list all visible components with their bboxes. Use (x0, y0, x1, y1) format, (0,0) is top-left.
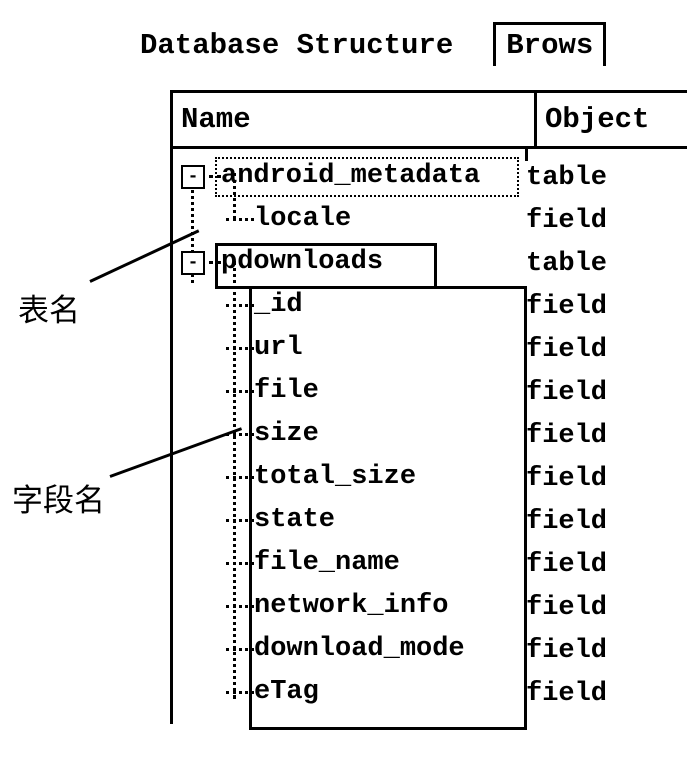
node-label: file_name (254, 542, 400, 585)
tree-node-table[interactable]: - pdownloads (181, 241, 526, 284)
object-type: field (526, 501, 685, 544)
tree-connector (226, 562, 254, 565)
name-column: - android_metadata locale - pdownloads _… (181, 155, 526, 716)
tab-browse[interactable]: Brows (493, 22, 606, 66)
object-type: table (526, 157, 685, 200)
node-label: state (254, 499, 335, 542)
tree-node-field[interactable]: download_mode (181, 628, 526, 671)
object-type: field (526, 286, 685, 329)
tree-connector (226, 691, 254, 694)
tree-connector (226, 648, 254, 651)
tree-node-field[interactable]: _id (181, 284, 526, 327)
tree-connector (226, 347, 254, 350)
tree-connector (226, 519, 254, 522)
tree-node-table[interactable]: - android_metadata (181, 155, 526, 198)
tree-body: - android_metadata locale - pdownloads _… (173, 149, 687, 724)
object-type: field (526, 415, 685, 458)
tab-label: Database Structure (140, 29, 453, 62)
header-object[interactable]: Object (537, 93, 687, 146)
node-label: _id (254, 284, 303, 327)
object-type: field (526, 544, 685, 587)
object-type: field (526, 458, 685, 501)
tree-node-field[interactable]: file_name (181, 542, 526, 585)
tabs-container: Database Structure Brows (130, 22, 606, 66)
tree-connector (226, 476, 254, 479)
tree-node-field[interactable]: eTag (181, 671, 526, 714)
object-type: field (526, 630, 685, 673)
tree-connector (226, 304, 254, 307)
node-label: network_info (254, 585, 448, 628)
node-label: file (254, 370, 319, 413)
annotation-table-name: 表名 (18, 285, 80, 330)
object-column: table field table field field field fiel… (526, 155, 685, 716)
collapse-icon[interactable]: - (181, 251, 205, 275)
tab-label: Brows (506, 29, 593, 62)
tree-connector (209, 261, 221, 264)
node-label: size (254, 413, 319, 456)
node-label: total_size (254, 456, 416, 499)
annotation-field-name: 字段名 (12, 475, 105, 520)
tree-node-field[interactable]: total_size (181, 456, 526, 499)
header-name[interactable]: Name (173, 93, 537, 146)
object-type: field (526, 200, 685, 243)
tree-node-field[interactable]: size (181, 413, 526, 456)
node-label: android_metadata (221, 155, 480, 198)
object-type: field (526, 673, 685, 716)
object-type: field (526, 587, 685, 630)
object-type: field (526, 372, 685, 415)
node-label: url (254, 327, 303, 370)
collapse-icon[interactable]: - (181, 165, 205, 189)
tree-node-field[interactable]: locale (181, 198, 526, 241)
tree-node-field[interactable]: state (181, 499, 526, 542)
tab-database-structure[interactable]: Database Structure (130, 25, 463, 66)
tree-connector (226, 218, 254, 221)
node-label: locale (254, 198, 351, 241)
node-label: pdownloads (221, 241, 383, 284)
tree-node-field[interactable]: file (181, 370, 526, 413)
object-type: table (526, 243, 685, 286)
tree-node-field[interactable]: url (181, 327, 526, 370)
tree-connector (226, 605, 254, 608)
node-label: download_mode (254, 628, 465, 671)
tree-connector (209, 175, 221, 178)
object-type: field (526, 329, 685, 372)
node-label: eTag (254, 671, 319, 714)
structure-panel: Name Object - android_metadata locale (170, 90, 687, 724)
table-header: Name Object (173, 93, 687, 149)
tree-connector (226, 390, 254, 393)
tree-node-field[interactable]: network_info (181, 585, 526, 628)
